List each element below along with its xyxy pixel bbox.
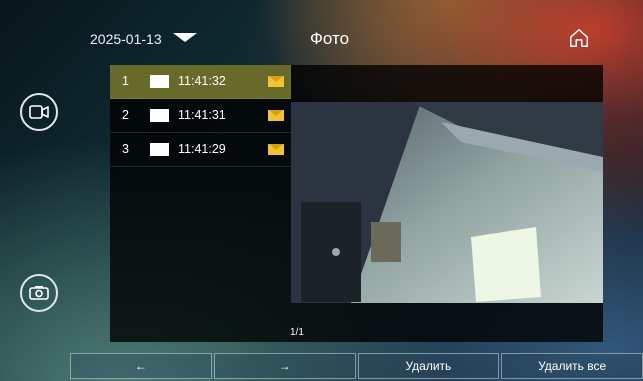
- photo-list-item[interactable]: 3 11:41:29: [110, 133, 291, 167]
- previous-button[interactable]: ←: [70, 353, 212, 379]
- image-icon: [150, 75, 169, 88]
- photo-camera-icon: [29, 286, 49, 300]
- bottom-toolbar: ← → Удалить Удалить все: [70, 353, 643, 381]
- item-number: 2: [122, 108, 129, 122]
- item-time: 11:41:31: [178, 108, 226, 122]
- next-button[interactable]: →: [213, 353, 356, 379]
- item-time: 11:41:32: [178, 74, 226, 88]
- page-title: Фото: [310, 29, 350, 48]
- video-camera-icon: [29, 105, 49, 119]
- video-mode-button[interactable]: [20, 93, 58, 131]
- date-dropdown-icon[interactable]: [173, 33, 197, 42]
- photo-list-item[interactable]: 2 11:41:31: [110, 99, 291, 133]
- top-bar: 2025-01-13 Фото: [0, 0, 643, 60]
- unread-envelope-icon: [268, 76, 284, 87]
- delete-button[interactable]: Удалить: [357, 353, 500, 379]
- date-label[interactable]: 2025-01-13: [90, 31, 162, 47]
- page-indicator: 1/1: [290, 327, 304, 338]
- photo-mode-button[interactable]: [20, 274, 58, 312]
- home-icon[interactable]: [568, 27, 590, 49]
- image-icon: [150, 109, 169, 122]
- item-number: 3: [122, 142, 129, 156]
- preview-image: [291, 102, 603, 303]
- photo-preview: [291, 102, 603, 303]
- unread-envelope-icon: [268, 144, 284, 155]
- unread-envelope-icon: [268, 110, 284, 121]
- photo-list: 1 11:41:32 2 11:41:31 3 11:41:29: [110, 65, 291, 167]
- photo-list-item[interactable]: 1 11:41:32: [110, 65, 291, 99]
- item-time: 11:41:29: [178, 142, 226, 156]
- delete-all-button[interactable]: Удалить все: [501, 353, 643, 379]
- item-number: 1: [122, 74, 129, 88]
- image-icon: [150, 143, 169, 156]
